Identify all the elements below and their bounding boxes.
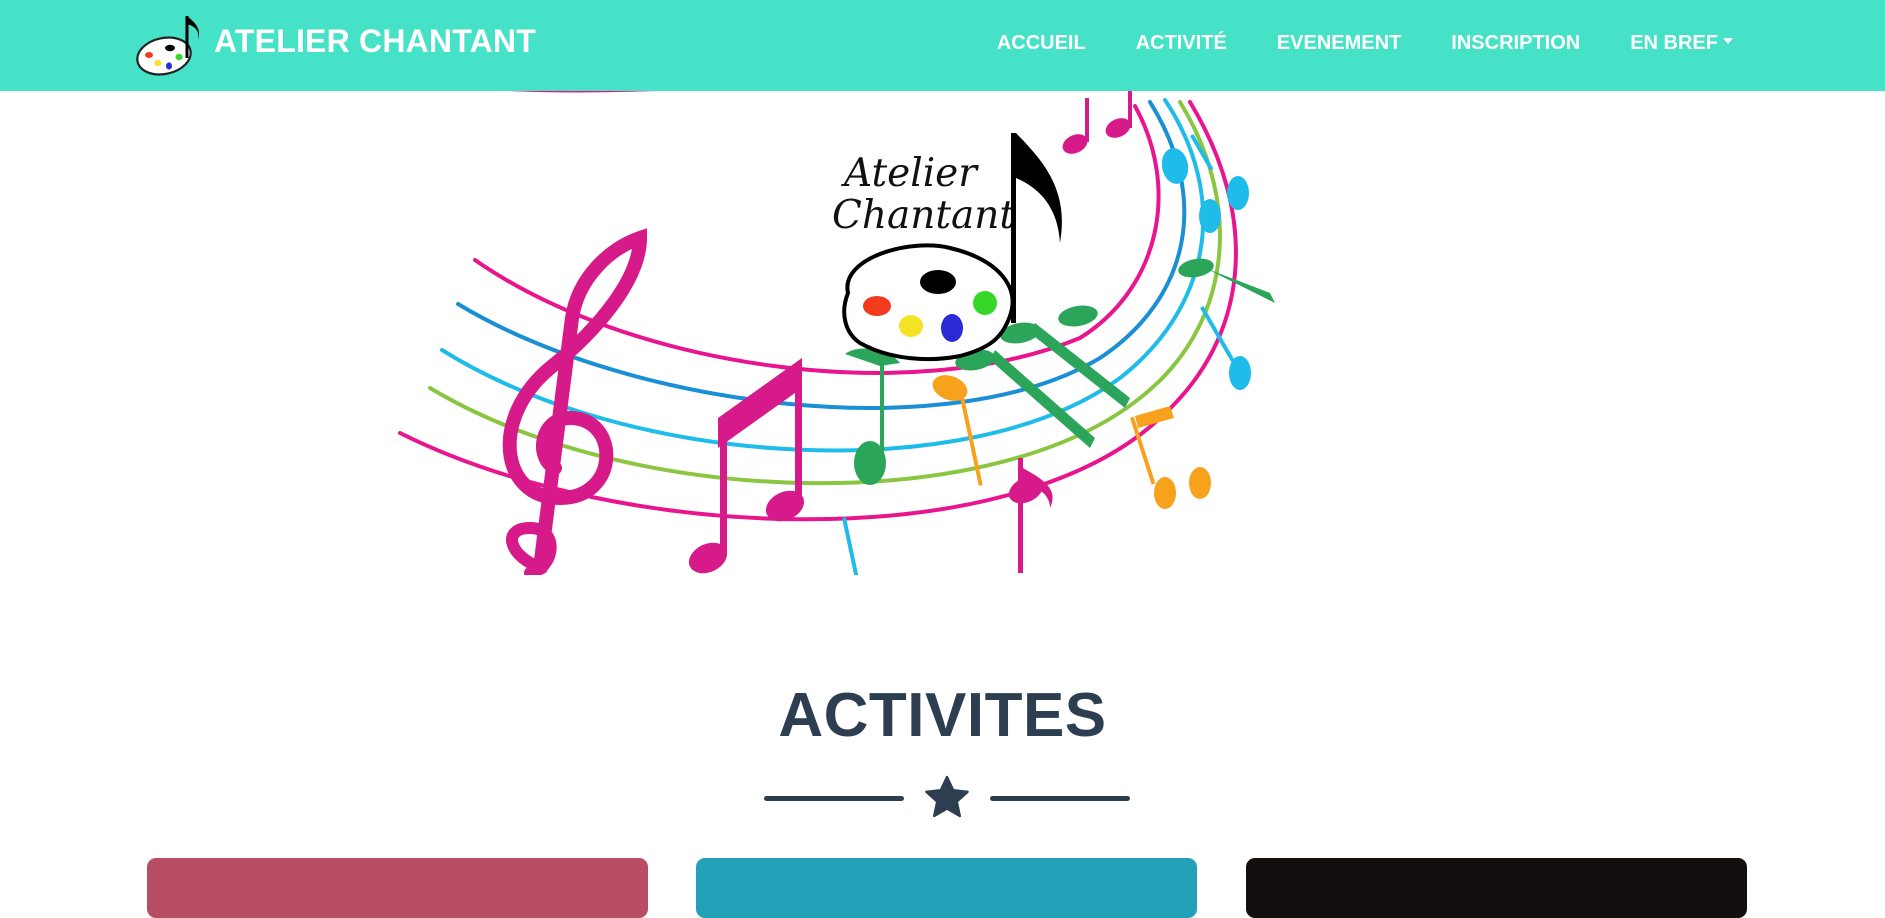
hero-banner: Atelier Chantant bbox=[390, 88, 1290, 575]
palette-music-note-icon bbox=[136, 16, 200, 76]
activity-card-2[interactable] bbox=[696, 858, 1197, 918]
brand-name: ATELIER CHANTANT bbox=[214, 22, 536, 59]
music-staff-illustration: Atelier Chantant bbox=[398, 88, 1275, 575]
section-title: ACTIVITES bbox=[778, 681, 1107, 750]
section-divider bbox=[764, 772, 1130, 824]
hero-title-line2: Chantant bbox=[832, 193, 1015, 238]
nav-link-evenement[interactable]: EVENEMENT bbox=[1252, 32, 1426, 55]
divider-line-right bbox=[990, 795, 1130, 801]
divider-line-left bbox=[764, 795, 904, 801]
caret-down-icon bbox=[1723, 38, 1733, 44]
nav-link-activite[interactable]: ACTIVITÉ bbox=[1111, 32, 1252, 55]
brand-link[interactable]: ATELIER CHANTANT bbox=[136, 10, 536, 78]
nav-link-accueil[interactable]: ACCUEIL bbox=[972, 32, 1111, 55]
activity-card-1[interactable] bbox=[147, 858, 648, 918]
nav-dropdown-en-bref[interactable]: EN BREF bbox=[1605, 32, 1733, 55]
hero-title-line1: Atelier bbox=[841, 151, 979, 196]
nav-link-inscription[interactable]: INSCRIPTION bbox=[1426, 32, 1605, 55]
top-navbar: ATELIER CHANTANT ACCUEIL ACTIVITÉ EVENEM… bbox=[0, 0, 1885, 91]
nav-dropdown-label: EN BREF bbox=[1630, 32, 1718, 54]
main-nav: ACCUEIL ACTIVITÉ EVENEMENT INSCRIPTION E… bbox=[972, 0, 1733, 91]
star-icon bbox=[925, 775, 969, 818]
activity-card-3[interactable] bbox=[1246, 858, 1747, 918]
